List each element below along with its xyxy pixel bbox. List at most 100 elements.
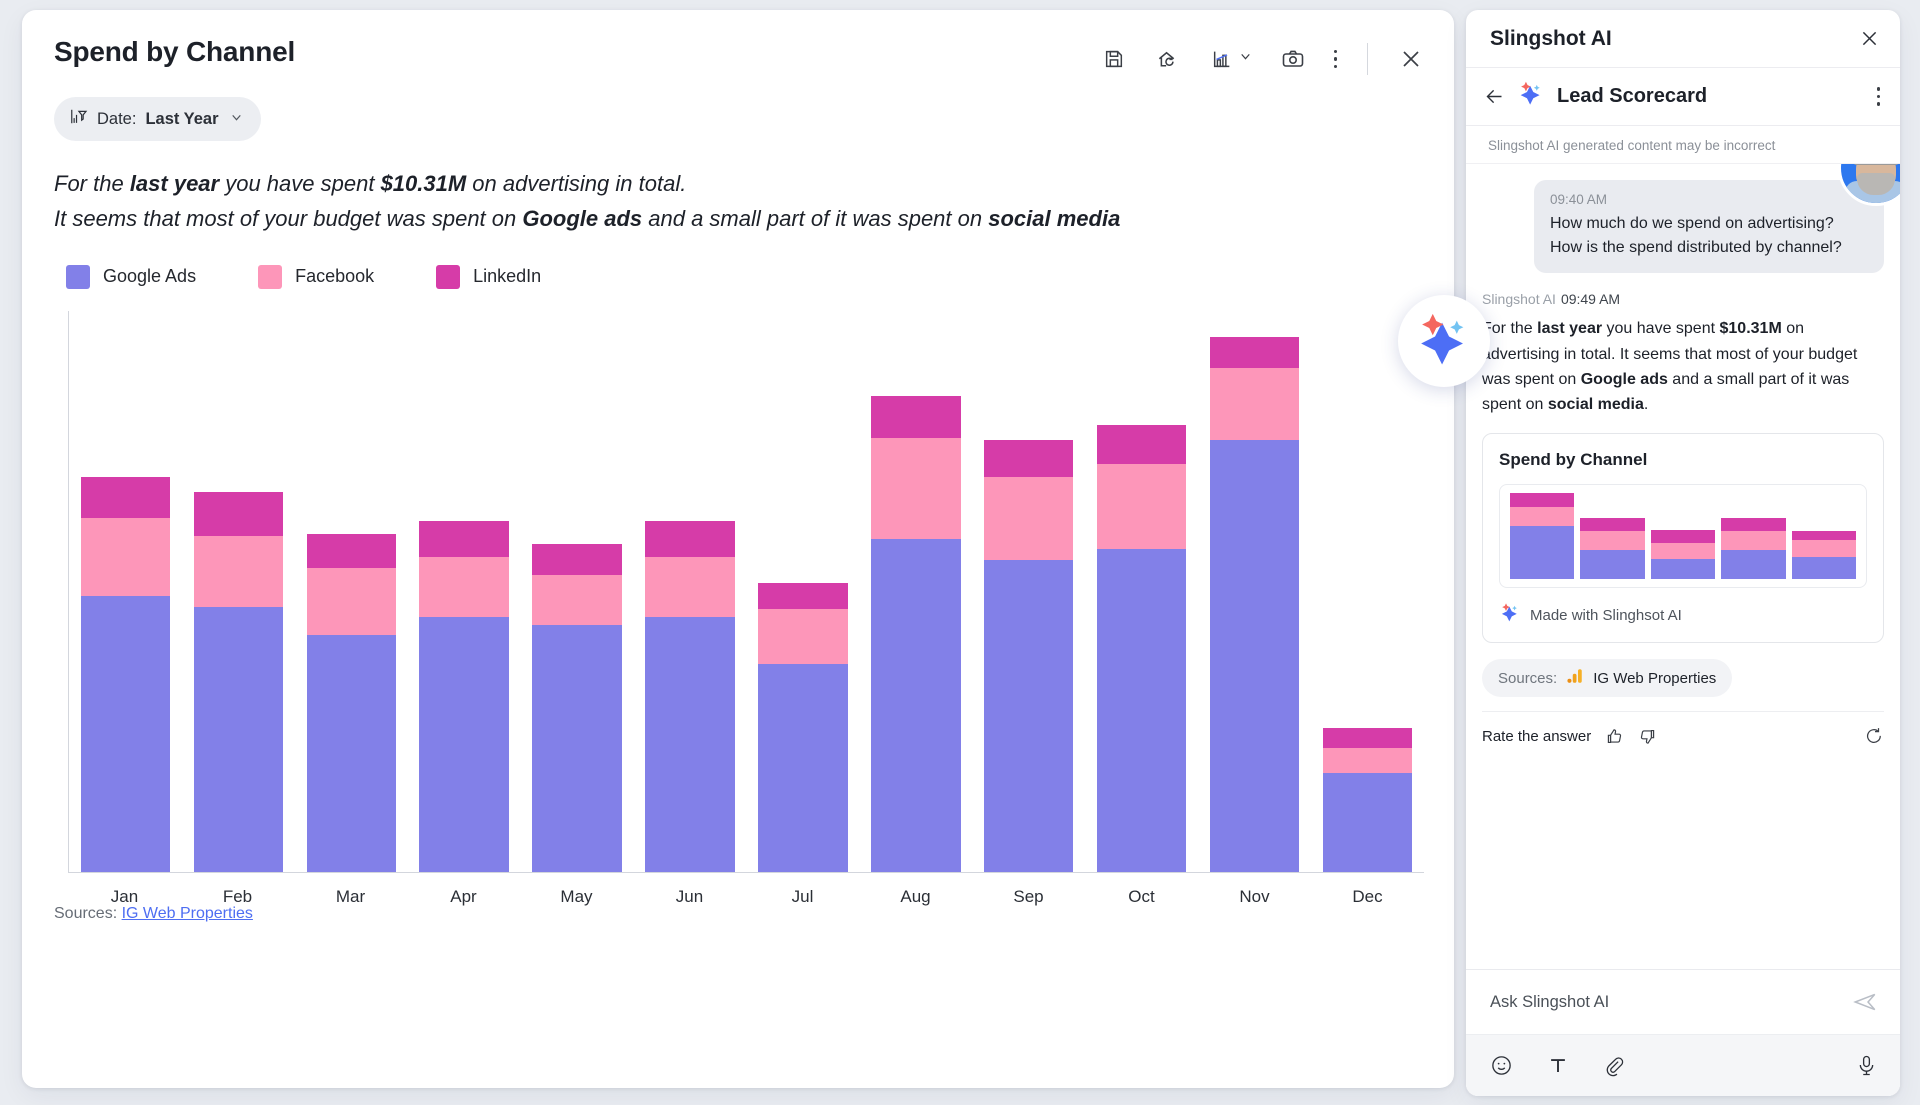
chevron-down-icon xyxy=(1239,50,1252,68)
bar-segment-linkedin xyxy=(419,520,509,558)
legend-item-linkedin[interactable]: LinkedIn xyxy=(436,264,541,289)
refresh-icon[interactable] xyxy=(1864,726,1884,746)
narrative-text: and a small part of it was spent on xyxy=(642,205,989,231)
thumbs-up-icon[interactable] xyxy=(1605,727,1624,746)
ai-panel-header: Slingshot AI xyxy=(1466,10,1900,68)
microphone-icon[interactable] xyxy=(1855,1054,1878,1077)
chat-input-placeholder[interactable]: Ask Slingshot AI xyxy=(1490,993,1609,1012)
bar-segment-facebook xyxy=(758,609,848,664)
bar-column[interactable] xyxy=(645,311,735,872)
send-icon[interactable] xyxy=(1852,989,1878,1015)
chart-type-selector[interactable] xyxy=(1209,46,1252,72)
narrative-emphasis: last year xyxy=(129,171,220,196)
mini-bar-segment-google xyxy=(1791,557,1857,580)
panel-header: Spend by Channel xyxy=(54,36,1424,75)
narrative-text: It seems that most of your budget was sp… xyxy=(54,205,523,231)
mini-bar-segment-linkedin xyxy=(1791,531,1857,540)
attachment-icon[interactable] xyxy=(1603,1055,1625,1077)
ai-emphasis: social media xyxy=(1547,396,1644,414)
mini-bar-segment-facebook xyxy=(1510,507,1575,527)
more-options-icon[interactable] xyxy=(1333,49,1337,69)
slingshot-sparkle-button[interactable] xyxy=(1398,295,1490,387)
message-timestamp: 09:40 AM xyxy=(1550,192,1608,207)
back-arrow-icon[interactable] xyxy=(1484,86,1505,107)
bar-segment-linkedin xyxy=(532,544,622,576)
mini-bar-segment-google xyxy=(1721,550,1786,580)
bar-segment-facebook xyxy=(871,437,961,540)
bar-segment-linkedin xyxy=(758,583,848,610)
save-icon[interactable] xyxy=(1101,46,1127,72)
bar-segment-linkedin xyxy=(80,476,171,519)
filter-chart-icon xyxy=(69,107,88,131)
chat-thread: 09:40 AM How much do we spend on adverti… xyxy=(1466,164,1900,969)
mini-bar-segment-google xyxy=(1510,526,1575,580)
narrative-text: on advertising in total. xyxy=(466,171,687,196)
x-axis-tick: Oct xyxy=(1128,886,1155,906)
bar-segment-google-ads xyxy=(758,663,848,872)
bar-segment-facebook xyxy=(306,567,396,636)
google-analytics-icon xyxy=(1566,667,1584,689)
bar-column[interactable] xyxy=(80,311,171,872)
narrative-line-1: For the last year you have spent $10.31M… xyxy=(54,167,1424,202)
camera-icon[interactable] xyxy=(1280,46,1306,72)
legend-item-facebook[interactable]: Facebook xyxy=(258,264,374,289)
emoji-icon[interactable] xyxy=(1490,1054,1513,1077)
mini-bar-segment-facebook xyxy=(1721,531,1786,551)
close-icon[interactable] xyxy=(1859,28,1880,49)
home-refresh-icon[interactable] xyxy=(1155,46,1181,72)
bar-column[interactable] xyxy=(419,311,509,872)
ai-message-meta: Slingshot AI 09:49 AM xyxy=(1482,291,1884,307)
bar-column[interactable] xyxy=(871,311,961,872)
bar-segment-facebook xyxy=(80,518,171,597)
filter-bar: Date: Last Year xyxy=(54,97,1424,141)
avatar xyxy=(1838,164,1900,206)
bar-segment-facebook xyxy=(1096,463,1187,550)
ai-text: you have spent xyxy=(1602,320,1720,338)
bar-column[interactable] xyxy=(306,311,396,872)
sources-label: Sources: xyxy=(1498,669,1558,687)
ai-sources-chip[interactable]: Sources: IG Web Properties xyxy=(1482,659,1733,698)
bar-segment-facebook xyxy=(193,536,284,607)
x-axis-tick: Feb xyxy=(222,886,253,906)
sources-link[interactable]: IG Web Properties xyxy=(122,905,253,922)
x-axis-tick: Dec xyxy=(1352,886,1383,906)
bar-column[interactable] xyxy=(758,311,848,872)
bar-segment-linkedin xyxy=(1096,424,1187,464)
bar-segment-facebook xyxy=(1322,748,1413,773)
composer-tools-row xyxy=(1466,1034,1900,1096)
message-text: How much do we spend on advertising? How… xyxy=(1550,215,1842,256)
chart-attachment-card[interactable]: Spend by Channel Made with Slinghsot AI xyxy=(1482,433,1884,644)
x-axis-tick: Apr xyxy=(450,886,477,906)
narrative-text: you have spent xyxy=(219,171,381,196)
ai-text: For the xyxy=(1482,320,1538,338)
date-filter-value: Last Year xyxy=(145,109,219,128)
bar-segment-linkedin xyxy=(306,533,396,568)
bar-segment-google-ads xyxy=(983,559,1074,872)
bar-column[interactable] xyxy=(983,311,1074,872)
bar-column[interactable] xyxy=(1209,311,1300,872)
date-filter-label: Date: xyxy=(97,109,137,128)
more-options-icon[interactable] xyxy=(1876,87,1880,106)
ai-message: Slingshot AI 09:49 AM For the last year y… xyxy=(1482,291,1884,746)
date-filter-chip[interactable]: Date: Last Year xyxy=(54,97,261,141)
legend-item-google-ads[interactable]: Google Ads xyxy=(66,264,196,289)
chart-axes xyxy=(68,310,1424,873)
bar-column[interactable] xyxy=(1096,311,1187,872)
close-icon[interactable] xyxy=(1398,46,1424,72)
ai-total: $10.31M xyxy=(1719,320,1782,338)
mini-bar-segment-google xyxy=(1650,558,1716,580)
composer-input-row[interactable]: Ask Slingshot AI xyxy=(1466,970,1900,1034)
mini-bar-column xyxy=(1580,493,1645,580)
thumbs-down-icon[interactable] xyxy=(1638,727,1657,746)
bar-segment-facebook xyxy=(645,557,735,617)
bar-segment-google-ads xyxy=(306,635,396,872)
card-title: Spend by Channel xyxy=(1499,450,1648,470)
chart-bars xyxy=(69,311,1424,872)
ai-text: . xyxy=(1643,396,1649,414)
text-format-icon[interactable] xyxy=(1547,1055,1569,1077)
bar-segment-google-ads xyxy=(80,596,171,872)
bar-column[interactable] xyxy=(193,311,284,872)
sparkle-icon xyxy=(1517,80,1545,113)
bar-column[interactable] xyxy=(1322,311,1413,872)
bar-column[interactable] xyxy=(532,311,622,872)
